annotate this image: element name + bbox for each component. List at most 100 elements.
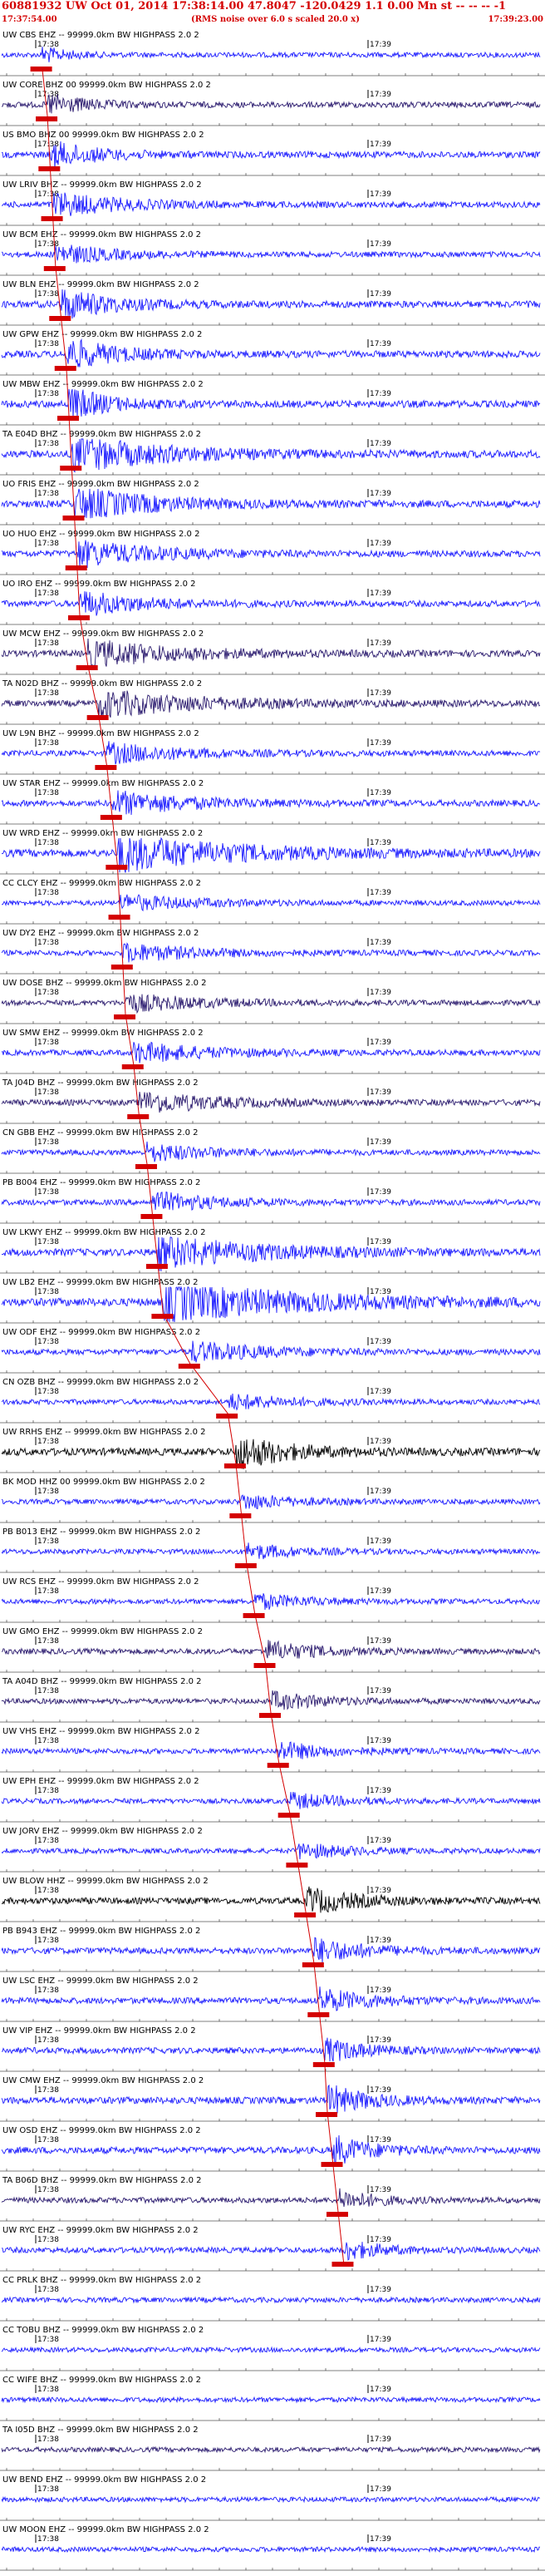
- waveform: [1, 1141, 541, 1162]
- minute-label: 17:39: [370, 440, 391, 448]
- minute-label: 17:39: [370, 91, 391, 99]
- waveform: [1, 192, 541, 216]
- station-row: TA N02D BHZ -- 99999.0km BW HIGHPASS 2.0…: [0, 679, 545, 725]
- station-row: UW MCW EHZ -- 99999.0km BW HIGHPASS 2.0 …: [0, 629, 545, 675]
- waveform: [1, 836, 541, 873]
- minute-label: 17:38: [37, 340, 59, 348]
- waveform: [1, 1192, 541, 1211]
- waveform: [1, 2296, 541, 2304]
- waveform: [1, 1439, 541, 1469]
- station-row: UW CORE BHZ 00 99999.0km BW HIGHPASS 2.0…: [0, 81, 545, 126]
- pick-marker: [114, 1014, 136, 1019]
- station-label: UW SMW EHZ -- 99999.0km BW HIGHPASS 2.0 …: [2, 1029, 204, 1038]
- station-label: UW LKWY EHZ -- 99999.0km BW HIGHPASS 2.0…: [2, 1228, 206, 1237]
- pick-marker: [331, 2262, 354, 2267]
- waveform: [1, 1041, 541, 1063]
- waveform: [1, 1542, 541, 1560]
- station-label: UW RRHS EHZ -- 99999.0km BW HIGHPASS 2.0…: [2, 1428, 206, 1437]
- minute-label: 17:39: [370, 2086, 391, 2095]
- pick-marker: [76, 665, 98, 670]
- waveform: [1, 2495, 540, 2504]
- minute-label: 17:39: [370, 789, 391, 797]
- station-row: UW VIP EHZ -- 99999.0km BW HIGHPASS 2.0 …: [0, 2026, 545, 2072]
- minute-label: 17:38: [37, 2336, 59, 2344]
- station-label: CC TOBU BHZ -- 99999.0km BW HIGHPASS 2.0…: [2, 2326, 204, 2335]
- minute-label: 17:39: [370, 889, 391, 897]
- station-label: UW LRIV BHZ -- 99999.0km BW HIGHPASS 2.0…: [2, 180, 202, 190]
- waveform: [1, 591, 541, 616]
- waveform: [1, 1340, 541, 1363]
- station-label: UO FRIS EHZ -- 99999.0km BW HIGHPASS 2.0…: [2, 480, 199, 489]
- minute-label: 17:39: [370, 540, 391, 548]
- station-row: UW JORV EHZ -- 99999.0km BW HIGHPASS 2.0…: [0, 1827, 545, 1873]
- minute-label: 17:39: [370, 2036, 391, 2045]
- waveform: [1, 540, 541, 569]
- minute-label: 17:38: [37, 1587, 59, 1596]
- waveform: [1, 1886, 541, 1913]
- station-row: UW RCS EHZ -- 99999.0km BW HIGHPASS 2.0 …: [0, 1577, 545, 1623]
- minute-label: 17:39: [370, 2236, 391, 2244]
- minute-label: 17:39: [370, 1637, 391, 1646]
- pick-marker: [49, 316, 71, 321]
- minute-label: 17:39: [370, 1088, 391, 1097]
- minute-label: 17:38: [37, 290, 59, 299]
- pick-marker: [57, 416, 79, 421]
- waveform: [1, 1494, 541, 1510]
- pick-marker: [106, 865, 128, 870]
- minute-label: 17:39: [370, 1937, 391, 1945]
- station-row: UW GPW EHZ -- 99999.0km BW HIGHPASS 2.0 …: [0, 330, 545, 376]
- station-label: UW GMO EHZ -- 99999.0km BW HIGHPASS 2.0 …: [2, 1627, 203, 1636]
- minute-label: 17:39: [370, 1039, 391, 1047]
- pick-marker: [178, 1364, 200, 1369]
- minute-label: 17:39: [370, 240, 391, 249]
- station-row: TA B06D BHZ -- 99999.0km BW HIGHPASS 2.0…: [0, 2176, 545, 2222]
- station-label: UW MOON EHZ -- 99999.0km BW HIGHPASS 2.0…: [2, 2525, 209, 2534]
- station-label: UW VHS EHZ -- 99999.0km BW HIGHPASS 2.0 …: [2, 1727, 199, 1736]
- minute-label: 17:39: [370, 590, 391, 598]
- subtitle: (RMS noise over 6.0 s scaled 20.0 x): [191, 15, 360, 24]
- minute-label: 17:39: [370, 1288, 391, 1296]
- end-time: 17:39:23.00: [488, 15, 543, 24]
- minute-label: 17:39: [370, 1438, 391, 1446]
- station-row: PB B004 EHZ -- 99999.0km BW HIGHPASS 2.0…: [0, 1178, 545, 1224]
- station-row: CC TOBU BHZ -- 99999.0km BW HIGHPASS 2.0…: [0, 2326, 545, 2371]
- minute-label: 17:38: [37, 1188, 59, 1197]
- station-row: PB B943 EHZ -- 99999.0km BW HIGHPASS 2.0…: [0, 1927, 545, 1972]
- minute-label: 17:39: [370, 1837, 391, 1845]
- minute-label: 17:38: [37, 739, 59, 748]
- minute-label: 17:39: [370, 939, 391, 947]
- pick-marker: [327, 2212, 348, 2217]
- station-label: UW MBW EHZ -- 99999.0km BW HIGHPASS 2.0 …: [2, 380, 204, 389]
- minute-label: 17:39: [370, 2286, 391, 2294]
- minute-label: 17:39: [370, 2136, 391, 2144]
- waveform: [1, 690, 541, 719]
- pick-marker: [110, 965, 133, 970]
- waveform: [1, 1792, 541, 1809]
- station-row: UW MBW EHZ -- 99999.0km BW HIGHPASS 2.0 …: [0, 380, 545, 426]
- station-label: PB B004 EHZ -- 99999.0km BW HIGHPASS 2.0…: [2, 1178, 200, 1187]
- minute-label: 17:38: [37, 390, 59, 398]
- waveform: [1, 2188, 541, 2207]
- station-label: UW CMW EHZ -- 99999.0km BW HIGHPASS 2.0 …: [2, 2076, 204, 2085]
- start-time: 17:37:54.00: [2, 15, 57, 24]
- pick-marker: [121, 1064, 144, 1069]
- waveform: [1, 94, 541, 114]
- pick-marker: [135, 1164, 157, 1169]
- waveform: [1, 1843, 541, 1860]
- station-label: UO IRO EHZ -- 99999.0km BW HIGHPASS 2.0 …: [2, 580, 196, 589]
- minute-label: 17:38: [37, 2136, 59, 2144]
- minute-label: 17:39: [370, 190, 391, 199]
- waveform: [1, 1593, 541, 1611]
- page-title: 60881932 UW Oct 01, 2014 17:38:14.00 47.…: [2, 0, 507, 12]
- waveform: [1, 1741, 541, 1759]
- station-row: TA I05D BHZ -- 99999.0km BW HIGHPASS 2.0…: [0, 2425, 545, 2471]
- minute-label: 17:39: [370, 2485, 391, 2494]
- station-row: UW STAR EHZ -- 99999.0km BW HIGHPASS 2.0…: [0, 779, 545, 825]
- minute-label: 17:38: [37, 2435, 59, 2444]
- station-label: PB B943 EHZ -- 99999.0km BW HIGHPASS 2.0…: [2, 1927, 200, 1936]
- minute-label: 17:38: [37, 1837, 59, 1845]
- station-row: UW BLOW HHZ -- 99999.0km BW HIGHPASS 2.0…: [0, 1877, 545, 1922]
- station-label: UW DOSE BHZ -- 99999.0km BW HIGHPASS 2.0…: [2, 979, 207, 988]
- waveform: [1, 1690, 541, 1710]
- waveform: [1, 942, 541, 963]
